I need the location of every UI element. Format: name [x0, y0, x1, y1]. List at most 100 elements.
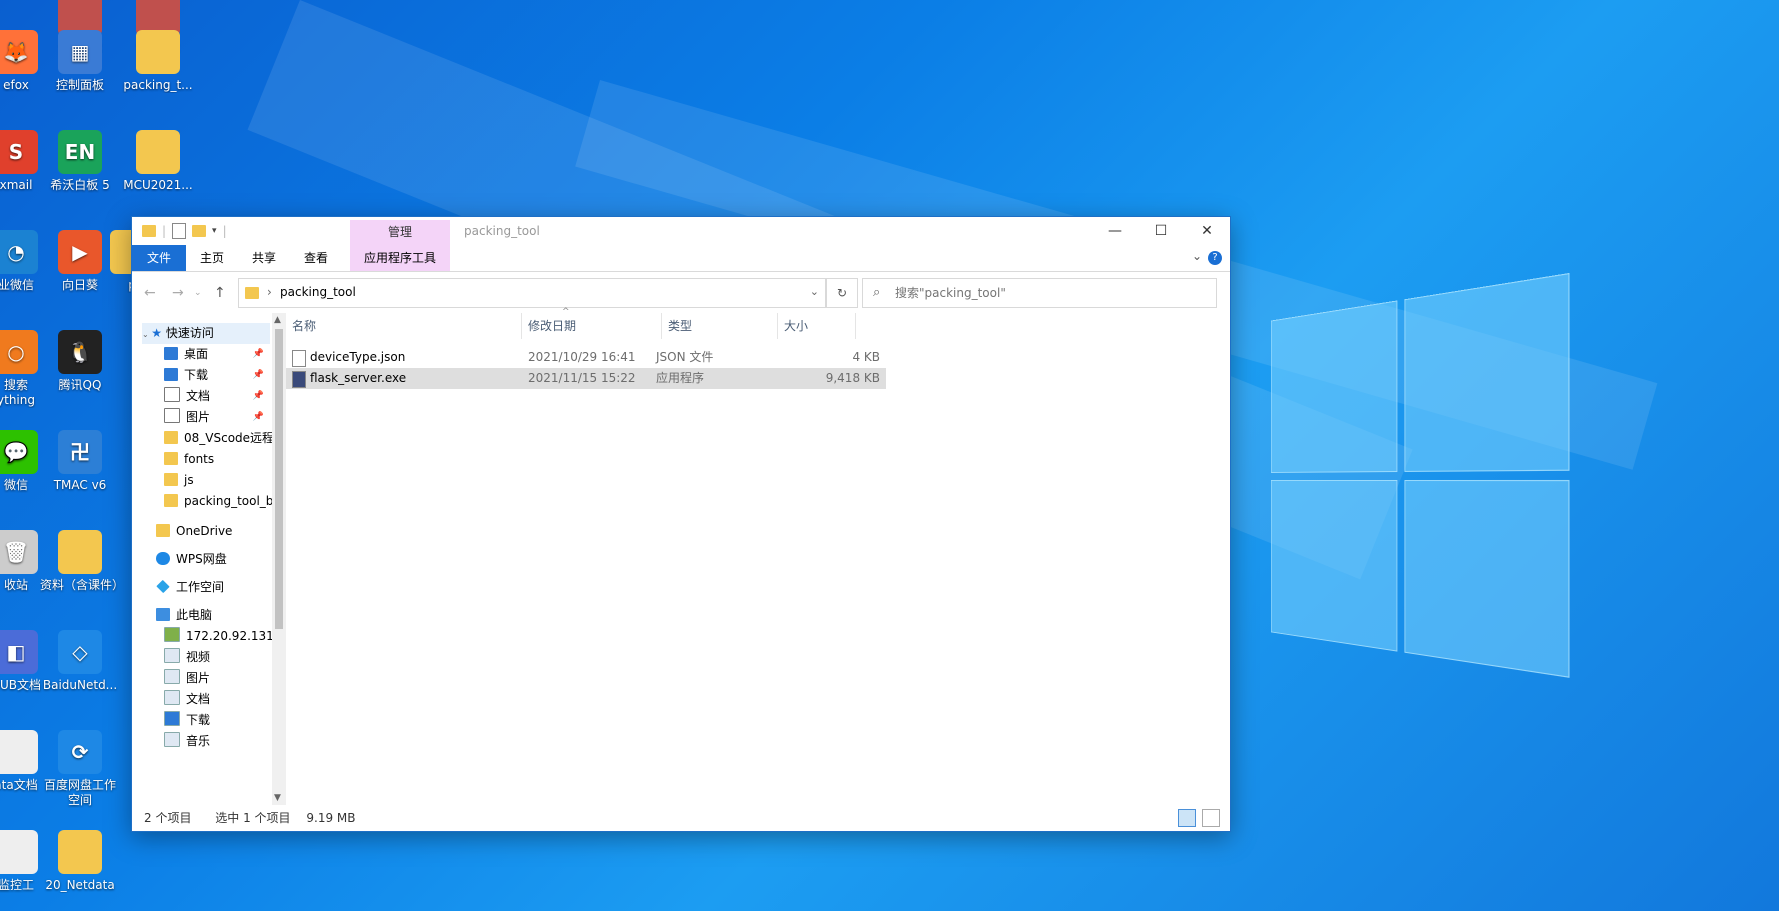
separator: | — [222, 224, 227, 238]
nav-quick-item[interactable]: 图片 📌 — [164, 407, 270, 428]
nav-onedrive[interactable]: OneDrive — [156, 521, 232, 542]
desktop-icon[interactable]: ▦ 控制面板 — [40, 30, 120, 93]
column-header-size[interactable]: 大小 — [778, 313, 856, 339]
file-row[interactable]: flask_server.exe 2021/11/15 15:22 应用程序 9,41… — [286, 368, 886, 389]
tab-file[interactable]: 文件 — [132, 245, 186, 271]
new-folder-icon[interactable] — [192, 225, 207, 237]
file-name: deviceType.json — [310, 350, 406, 364]
star-icon: ★ — [151, 326, 163, 340]
library-icon — [164, 669, 180, 684]
nav-pc-item[interactable]: 172.20.92.131 — [164, 626, 272, 647]
status-bar: 2 个项目 选中 1 个项目 9.19 MB — [132, 805, 1230, 831]
desktop-icon-label: 资料（含课件） — [40, 578, 120, 592]
nav-item-label: 音乐 — [186, 734, 211, 748]
help-icon[interactable]: ? — [1208, 251, 1222, 265]
desktop-icon[interactable]: ⟳ 百度网盘工作空间 — [40, 730, 120, 808]
nav-this-pc[interactable]: 此电脑 — [156, 605, 212, 626]
tab-share[interactable]: 共享 — [238, 245, 290, 271]
recent-dropdown-icon[interactable]: ⌄ — [194, 288, 202, 298]
tab-application-tools[interactable]: 应用程序工具 — [350, 245, 450, 271]
properties-icon[interactable] — [172, 223, 187, 239]
nav-item-label: fonts — [184, 452, 215, 466]
maximize-button[interactable]: ☐ — [1138, 217, 1184, 245]
minimize-button[interactable]: — — [1092, 217, 1138, 245]
ribbon-tabs: 文件 主页 共享 查看 应用程序工具 ⌄ ? — [132, 245, 1230, 272]
nav-pc-item[interactable]: 下载 — [164, 710, 210, 731]
search-input[interactable] — [893, 283, 1207, 303]
scroll-down-icon[interactable]: ▼ — [274, 793, 281, 803]
desktop-icon[interactable]: 卍 TMAC v6 — [40, 430, 120, 493]
desktop-icon[interactable]: EN 希沃白板 5 — [40, 130, 120, 193]
selection-count: 选中 1 个项目 — [215, 811, 291, 825]
nav-quick-item[interactable]: 08_VScode远程 — [164, 428, 272, 449]
windows-logo — [1270, 272, 1570, 686]
file-row[interactable]: deviceType.json 2021/10/29 16:41 JSON 文件 4 … — [286, 347, 886, 368]
window-title: packing_tool — [464, 224, 540, 238]
nav-quick-item[interactable]: 下载 📌 — [164, 365, 270, 386]
nav-pc-item[interactable]: 图片 — [164, 668, 210, 689]
column-header-name[interactable]: 名称 — [286, 313, 522, 339]
desktop-icon[interactable]: ◇ BaiduNetd... — [40, 630, 120, 693]
folder-icon — [245, 287, 259, 299]
scroll-thumb[interactable] — [275, 329, 283, 629]
details-view-button[interactable] — [1178, 809, 1196, 827]
desktop-icon[interactable]: MCU2021... — [118, 130, 198, 193]
address-bar[interactable]: › packing_tool ⌄ — [238, 278, 826, 308]
nav-item-label: 图片 — [186, 671, 211, 685]
refresh-button[interactable]: ↻ — [826, 278, 858, 308]
tab-view[interactable]: 查看 — [290, 245, 342, 271]
up-icon[interactable]: ↑ — [214, 285, 226, 301]
customize-toolbar-icon[interactable]: ▾ — [212, 226, 217, 236]
tab-home[interactable]: 主页 — [186, 245, 238, 271]
nav-pc-item[interactable]: 视频 — [164, 647, 210, 668]
folder-icon — [156, 524, 170, 537]
file-size: 9,418 KB — [825, 371, 880, 385]
manage-context-tab[interactable]: 管理 — [350, 220, 450, 245]
desktop-icon[interactable]: 20_Netdata — [40, 830, 120, 893]
back-icon[interactable]: ← — [144, 285, 156, 301]
library-icon — [164, 648, 180, 663]
explorer-body: ⌄ ★ 快速访问 桌面 📌 下载 📌 文档 📌 图片 📌 08_VScode远程 fonts js p… — [132, 307, 1230, 805]
nav-quick-item[interactable]: js — [164, 470, 270, 491]
desktop-icon-label: packing_t... — [123, 78, 193, 92]
scroll-up-icon[interactable]: ▲ — [274, 315, 281, 325]
separator: | — [162, 224, 167, 238]
folder-icon — [164, 473, 178, 486]
desktop-icon[interactable]: packing_t... — [118, 30, 198, 93]
chevron-down-icon[interactable]: ⌄ — [810, 285, 819, 298]
address-path[interactable]: packing_tool — [280, 285, 356, 299]
nav-pc-item[interactable]: 音乐 — [164, 731, 210, 752]
app-icon: ▦ — [58, 30, 102, 74]
column-header-type[interactable]: 类型 — [662, 313, 778, 339]
expand-ribbon-icon[interactable]: ⌄ — [1192, 249, 1202, 263]
nav-quick-item[interactable]: fonts — [164, 449, 270, 470]
close-button[interactable]: ✕ — [1184, 217, 1230, 245]
nav-quick-access[interactable]: ⌄ ★ 快速访问 — [142, 323, 270, 344]
chevron-right-icon[interactable]: › — [267, 285, 272, 299]
navigation-bar: ← → ⌄ ↑ › packing_tool ⌄ ↻ ⌕ — [132, 272, 1230, 314]
desktop-icon-label: 腾讯QQ — [58, 378, 102, 392]
nav-wps[interactable]: WPS网盘 — [156, 549, 227, 570]
desktop-icon[interactable]: 资料（含课件） — [40, 530, 120, 593]
nav-item-label: 172.20.92.131 — [186, 629, 272, 643]
forward-icon[interactable]: → — [172, 285, 184, 301]
pin-icon: 📌 — [252, 412, 264, 422]
desktop-icon-label: 希沃白板 5 — [50, 178, 110, 192]
title-bar: | ▾ | 管理 packing_tool — ☐ ✕ — [132, 217, 1230, 245]
library-icon — [164, 690, 180, 705]
pin-icon: 📌 — [252, 370, 264, 380]
nav-scrollbar[interactable]: ▲ ▼ — [272, 313, 286, 805]
nav-workspace[interactable]: 工作空间 — [156, 577, 224, 598]
pin-icon: 📌 — [252, 349, 264, 359]
desktop-icon[interactable]: 🐧 腾讯QQ — [40, 330, 120, 393]
large-icons-view-button[interactable] — [1202, 809, 1220, 827]
app-icon — [58, 530, 102, 574]
column-header-date[interactable]: 修改日期 — [522, 313, 662, 339]
nav-quick-item[interactable]: packing_tool_b — [164, 491, 272, 512]
app-icon: 🐧 — [58, 330, 102, 374]
nav-item-label: 桌面 — [184, 347, 209, 361]
nav-quick-item[interactable]: 文档 📌 — [164, 386, 270, 407]
search-box[interactable]: ⌕ — [862, 278, 1217, 308]
nav-quick-item[interactable]: 桌面 📌 — [164, 344, 270, 365]
nav-pc-item[interactable]: 文档 — [164, 689, 210, 710]
